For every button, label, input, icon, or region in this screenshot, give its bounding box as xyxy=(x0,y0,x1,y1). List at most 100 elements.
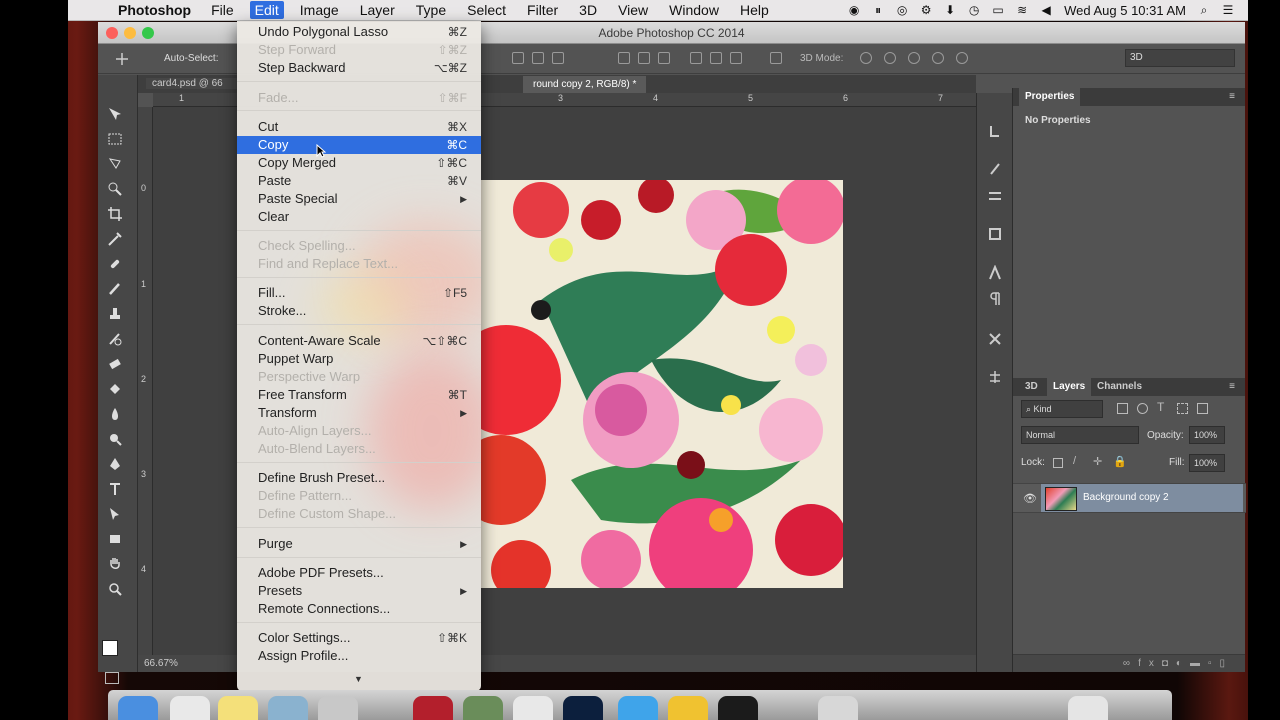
menu-item-undo[interactable]: Undo Polygonal Lasso ⌘Z xyxy=(237,23,481,41)
dock-app-app-store[interactable] xyxy=(618,696,658,720)
menu-item-assign-profile[interactable]: Assign Profile... xyxy=(237,647,481,665)
dock-app-photoshop[interactable] xyxy=(563,696,603,720)
pen-tool[interactable] xyxy=(106,455,124,473)
filter-adjust-icon[interactable] xyxy=(1137,403,1148,414)
menu-item-clear[interactable]: Clear xyxy=(237,208,481,226)
filter-shape-icon[interactable] xyxy=(1177,403,1188,414)
tab-channels[interactable]: Channels xyxy=(1091,378,1148,396)
3d-slide-icon[interactable] xyxy=(932,52,944,64)
3d-roll-icon[interactable] xyxy=(884,52,896,64)
menu-item-cut[interactable]: Cut ⌘X xyxy=(237,118,481,136)
menu-item-paste-special[interactable]: Paste Special ▶ xyxy=(237,190,481,208)
menu-item-step-backward[interactable]: Step Backward ⌥⌘Z xyxy=(237,59,481,77)
layer-name[interactable]: Background copy 2 xyxy=(1083,492,1169,503)
pause-icon[interactable]: ⏸ xyxy=(872,4,884,16)
3d-pan-icon[interactable] xyxy=(908,52,920,64)
menu-item-transform[interactable]: Transform ▶ xyxy=(237,404,481,422)
menu-item-remote-connections[interactable]: Remote Connections... xyxy=(237,600,481,618)
menu-file[interactable]: File xyxy=(211,2,234,18)
document-canvas[interactable] xyxy=(481,180,843,588)
menu-item-content-aware-scale[interactable]: Content-Aware Scale ⌥⇧⌘C xyxy=(237,332,481,350)
distribute-center-icon[interactable] xyxy=(710,52,722,64)
minimize-button[interactable] xyxy=(124,27,136,39)
dock-app-photobooth[interactable] xyxy=(413,696,453,720)
gear-icon[interactable]: ⚙ xyxy=(920,4,932,16)
dodge-tool[interactable] xyxy=(106,430,124,448)
menu-item-puppet-warp[interactable]: Puppet Warp xyxy=(237,350,481,368)
align-top-icon[interactable] xyxy=(512,52,524,64)
menu-image[interactable]: Image xyxy=(300,2,339,18)
fx-icon[interactable]: fx xyxy=(1138,658,1162,669)
menu-edit[interactable]: Edit xyxy=(249,1,284,19)
history-brush-tool[interactable] xyxy=(106,330,124,348)
menu-item-auto-align[interactable]: Auto-Align Layers... xyxy=(237,422,481,440)
tab-active-document[interactable]: round copy 2, RGB/8) * xyxy=(523,76,647,93)
menu-filter[interactable]: Filter xyxy=(527,2,558,18)
menu-item-find-replace[interactable]: Find and Replace Text... xyxy=(237,255,481,273)
lasso-tool[interactable] xyxy=(106,155,124,173)
folder-icon[interactable]: ▬ xyxy=(1190,658,1208,669)
menu-item-stroke[interactable]: Stroke... xyxy=(237,302,481,320)
blend-mode-select[interactable]: Normal xyxy=(1021,426,1139,444)
menu-item-pdf-presets[interactable]: Adobe PDF Presets... xyxy=(237,564,481,582)
tab-properties[interactable]: Properties xyxy=(1019,88,1081,106)
list-icon[interactable]: ☰ xyxy=(1222,4,1234,16)
character-icon[interactable] xyxy=(987,265,1003,281)
clone-stamp-tool[interactable] xyxy=(106,305,124,323)
trash-icon[interactable]: ▯ xyxy=(1219,658,1233,669)
menu-item-copy-merged[interactable]: Copy Merged ⇧⌘C xyxy=(237,154,481,172)
distribute-top-icon[interactable] xyxy=(618,52,630,64)
dock-app-notes[interactable] xyxy=(218,696,258,720)
menu-window[interactable]: Window xyxy=(669,2,719,18)
move-tool-icon[interactable] xyxy=(114,52,130,66)
foreground-color-swatch[interactable] xyxy=(102,640,118,656)
dock-app-game[interactable] xyxy=(718,696,758,720)
dock-app-finder[interactable] xyxy=(118,696,158,720)
brush-tool[interactable] xyxy=(106,280,124,298)
panel-menu-icon[interactable]: ≡ xyxy=(1223,88,1241,106)
menu-item-define-brush[interactable]: Define Brush Preset... xyxy=(237,469,481,487)
auto-align-icon[interactable] xyxy=(770,52,782,64)
panel-menu-icon[interactable]: ≡ xyxy=(1223,378,1241,396)
menubar-clock[interactable]: Wed Aug 5 10:31 AM xyxy=(1064,3,1186,18)
brush-preset-icon[interactable] xyxy=(987,161,1003,177)
distribute-left-icon[interactable] xyxy=(690,52,702,64)
new-layer-icon[interactable]: ▫ xyxy=(1208,658,1220,669)
dock-app-clock[interactable] xyxy=(170,696,210,720)
wifi-icon[interactable]: ≋ xyxy=(1016,4,1028,16)
type-tool[interactable] xyxy=(106,480,124,498)
tab-card4[interactable]: card4.psd @ 66 xyxy=(146,78,241,89)
lock-pixels-icon[interactable]: / xyxy=(1073,455,1076,467)
app-menu-photoshop[interactable]: Photoshop xyxy=(118,2,191,18)
close-button[interactable] xyxy=(106,27,118,39)
filter-type-icon[interactable]: T xyxy=(1157,400,1164,414)
menu-item-define-custom-shape[interactable]: Define Custom Shape... xyxy=(237,505,481,523)
menu-item-presets[interactable]: Presets ▶ xyxy=(237,582,481,600)
scroll-down-arrow-icon[interactable]: ▼ xyxy=(354,674,363,684)
path-select-tool[interactable] xyxy=(106,505,124,523)
rectangle-tool[interactable] xyxy=(106,530,124,548)
dock-app-photos[interactable] xyxy=(318,696,358,720)
move-tool[interactable] xyxy=(106,105,124,123)
adjustments-icon[interactable] xyxy=(987,188,1003,204)
link-icon[interactable]: ∞ xyxy=(1123,658,1138,669)
circle-icon[interactable]: ◎ xyxy=(896,4,908,16)
dock-app-music[interactable] xyxy=(513,696,553,720)
dock-app-trash[interactable] xyxy=(1068,696,1108,720)
layer-row[interactable]: 👁 Background copy 2 xyxy=(1013,483,1246,513)
lock-all-icon[interactable]: 🔒 xyxy=(1113,455,1127,468)
filter-smart-icon[interactable] xyxy=(1197,403,1208,414)
distribute-bottom-icon[interactable] xyxy=(658,52,670,64)
menu-item-check-spelling[interactable]: Check Spelling... xyxy=(237,237,481,255)
fill-input[interactable]: 100% xyxy=(1189,454,1225,472)
eraser-tool[interactable] xyxy=(106,355,124,373)
menu-select[interactable]: Select xyxy=(467,2,506,18)
adjustment-layer-icon[interactable]: ◐ xyxy=(1176,658,1190,669)
quick-select-tool[interactable] xyxy=(106,180,124,198)
menu-item-fill[interactable]: Fill... ⇧F5 xyxy=(237,284,481,302)
dock-app-folder[interactable] xyxy=(818,696,858,720)
battery-icon[interactable]: ▭ xyxy=(992,4,1004,16)
menu-item-color-settings[interactable]: Color Settings... ⇧⌘K xyxy=(237,629,481,647)
marquee-tool[interactable] xyxy=(106,130,124,148)
dock-app-browser[interactable] xyxy=(268,696,308,720)
